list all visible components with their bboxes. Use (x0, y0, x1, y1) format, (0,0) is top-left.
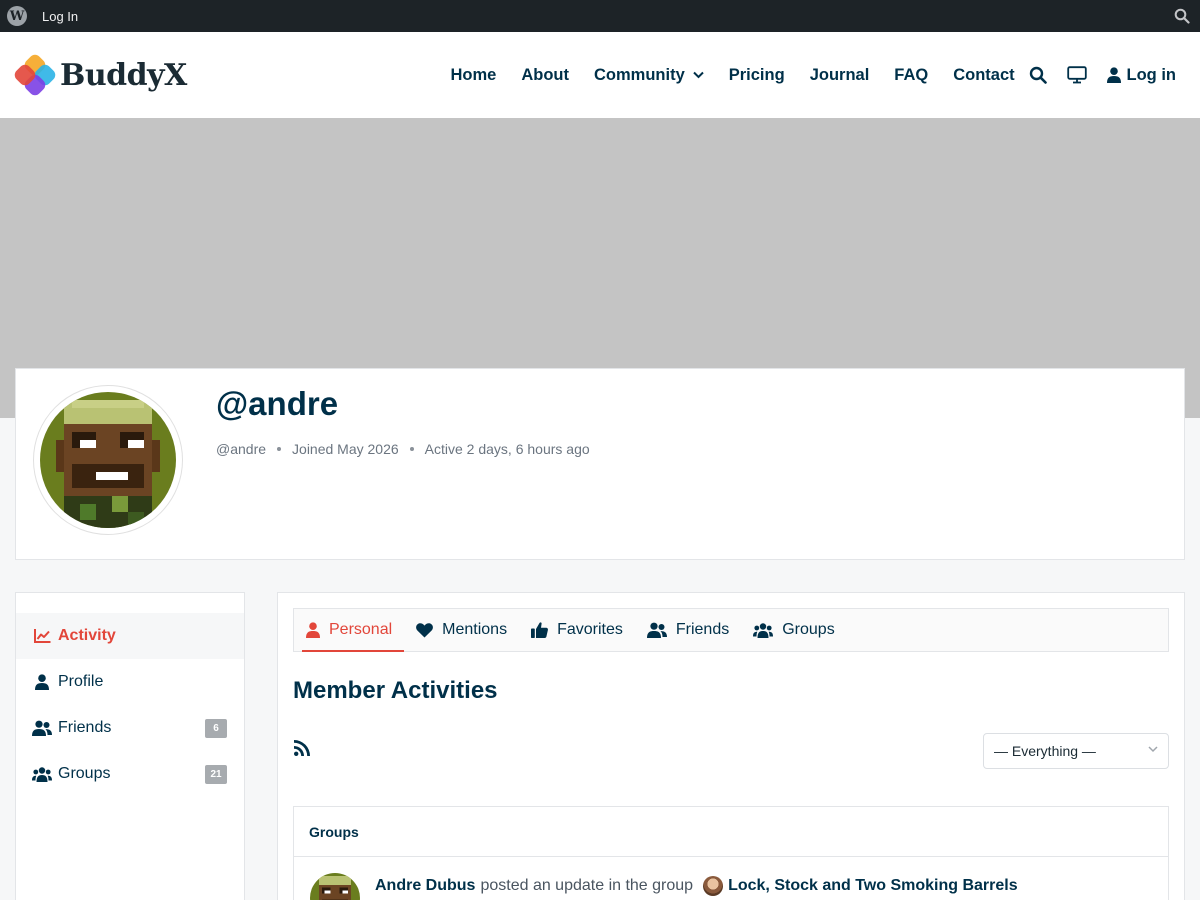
nav-community[interactable]: Community (594, 66, 704, 85)
profile-joined: Joined May 2026 (292, 441, 399, 457)
profile-sidebar: Activity Profile Friends 6 Groups 21 (15, 592, 245, 900)
tab-groups[interactable]: Groups (741, 609, 846, 651)
nav-home[interactable]: Home (451, 66, 497, 85)
monitor-icon[interactable] (1066, 66, 1087, 84)
tab-friends[interactable]: Friends (635, 609, 741, 651)
tab-label: Mentions (442, 621, 508, 638)
profile-last-active: Active 2 days, 6 hours ago (424, 441, 590, 457)
activity-action: posted an update in the group (480, 877, 694, 894)
user-icon (32, 674, 52, 690)
sidebar-item-label: Groups (58, 765, 111, 782)
heart-icon (416, 622, 434, 638)
avatar-image (40, 392, 176, 528)
user-icon (1106, 67, 1121, 83)
nav-contact[interactable]: Contact (953, 66, 1014, 85)
search-icon[interactable] (1029, 66, 1047, 84)
main-content: Personal Mentions Favorites Friends Grou… (277, 592, 1185, 900)
activity-list: Groups Andre Dubus posted an update in t… (293, 806, 1169, 900)
admin-bar: W Log In (0, 0, 1200, 32)
sidebar-item-groups[interactable]: Groups 21 (16, 751, 244, 797)
users-group-icon (32, 766, 52, 782)
sidebar-item-label: Activity (58, 627, 116, 644)
activity-subnav: Personal Mentions Favorites Friends Grou… (293, 608, 1169, 652)
profile-handle: @andre (216, 441, 267, 457)
activity-group-link[interactable]: Lock, Stock and Two Smoking Barrels (728, 877, 1018, 895)
activity-text: Andre Dubus posted an update in the grou… (375, 876, 1018, 896)
activity-filter-select[interactable]: — Everything — (983, 733, 1169, 769)
site-logo[interactable]: BuddyX (12, 52, 187, 98)
meta-separator (277, 447, 282, 451)
sidebar-item-friends[interactable]: Friends 6 (16, 705, 244, 751)
wordpress-icon[interactable]: W (7, 6, 27, 26)
tab-label: Personal (329, 621, 393, 638)
search-icon[interactable] (1174, 8, 1190, 29)
main-nav: Home About Community Pricing Journal FAQ… (438, 32, 1027, 118)
admin-login-link[interactable]: Log In (42, 9, 78, 24)
meta-separator (409, 447, 414, 451)
users-group-icon (753, 622, 774, 638)
section-title: Member Activities (293, 677, 498, 704)
user-friends-icon (646, 622, 667, 638)
tab-personal[interactable]: Personal (294, 609, 405, 652)
tab-favorites[interactable]: Favorites (519, 609, 635, 651)
login-label: Log in (1126, 65, 1176, 84)
sidebar-item-label: Profile (58, 673, 104, 690)
sidebar-item-profile[interactable]: Profile (16, 659, 244, 705)
avatar[interactable] (310, 873, 360, 900)
group-avatar[interactable] (703, 876, 724, 896)
nav-community-label: Community (594, 65, 685, 84)
tab-label: Groups (782, 621, 835, 638)
chevron-down-icon (1148, 746, 1158, 753)
nav-faq[interactable]: FAQ (894, 66, 928, 85)
nav-about[interactable]: About (521, 66, 569, 85)
tab-label: Favorites (557, 621, 623, 638)
friends-count-badge: 6 (205, 719, 227, 738)
list-item: Andre Dubus posted an update in the grou… (294, 857, 1168, 900)
groups-count-badge: 21 (205, 765, 227, 784)
avatar[interactable] (33, 385, 183, 535)
activity-author-link[interactable]: Andre Dubus (375, 877, 475, 895)
site-header: BuddyX Home About Community Pricing Jour… (0, 32, 1200, 118)
tab-label: Friends (675, 621, 730, 638)
profile-name: @andre (216, 385, 339, 422)
sidebar-item-label: Friends (58, 719, 112, 736)
rss-icon[interactable] (294, 740, 310, 761)
user-friends-icon (32, 720, 52, 736)
thumbs-up-icon (531, 622, 549, 638)
buddyx-logo-icon (12, 52, 58, 98)
nav-journal[interactable]: Journal (810, 66, 870, 85)
profile-meta: @andre Joined May 2026 Active 2 days, 6 … (216, 441, 590, 457)
filter-value: — Everything — (994, 743, 1096, 759)
logo-text: BuddyX (60, 57, 187, 93)
header-tools: Log in (1009, 32, 1176, 118)
tab-mentions[interactable]: Mentions (404, 609, 519, 651)
activity-list-heading: Groups (294, 807, 1168, 857)
profile-header: @andre @andre Joined May 2026 Active 2 d… (15, 368, 1185, 560)
chevron-down-icon (693, 71, 704, 79)
login-button[interactable]: Log in (1106, 65, 1176, 85)
sidebar-item-activity[interactable]: Activity (16, 613, 244, 659)
chart-line-icon (32, 629, 52, 643)
user-icon (306, 622, 320, 638)
nav-pricing[interactable]: Pricing (729, 66, 785, 85)
